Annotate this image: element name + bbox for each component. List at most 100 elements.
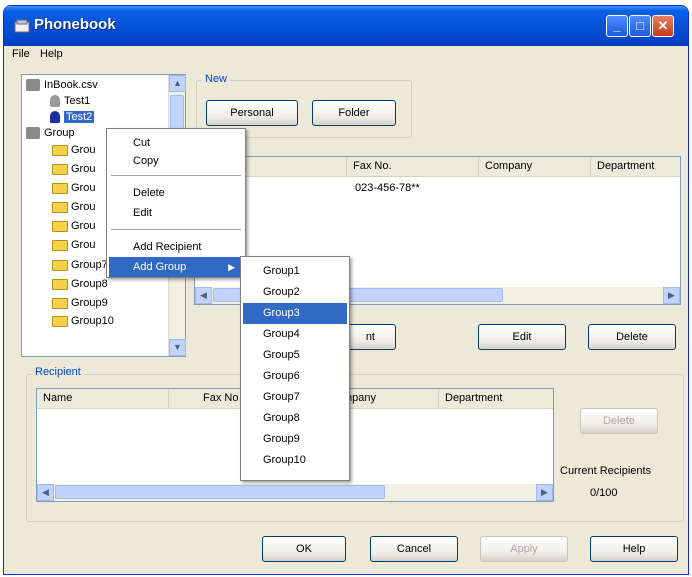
scroll-thumb[interactable]	[55, 485, 385, 499]
help-button[interactable]: Help	[590, 536, 678, 562]
add-group-submenu: Group1 Group2 Group3 Group4 Group5 Group…	[240, 256, 350, 481]
tree-group-label: Group9	[71, 297, 108, 309]
tree-item-group[interactable]: Grou	[52, 201, 95, 217]
recipient-hscrollbar[interactable]: ◀ ▶	[37, 484, 553, 501]
submenu-item-group[interactable]: Group5	[243, 345, 347, 366]
list-cell-fax[interactable]: 023-456-78**	[355, 182, 420, 194]
tree-group-label: Grou	[71, 182, 96, 194]
person-icon	[50, 95, 60, 108]
apply-button[interactable]: Apply	[480, 536, 568, 562]
tree-group-label: Group7	[71, 259, 108, 271]
folder-icon	[52, 297, 68, 309]
context-menu-delete[interactable]: Delete	[109, 183, 243, 203]
tree-item-group[interactable]: Group8	[52, 278, 108, 294]
scroll-left-icon[interactable]: ◀	[195, 287, 212, 304]
tree-item-group-root[interactable]: Group	[26, 127, 75, 143]
tree-group-label: Grou	[71, 163, 96, 175]
window-title: Phonebook	[34, 16, 116, 33]
menu-bar: File Help	[4, 46, 688, 64]
column-header-fax[interactable]: Fax No.	[347, 157, 479, 177]
tree-group-root-label: Group	[44, 127, 75, 139]
tree-root-label: InBook.csv	[44, 79, 98, 91]
tree-group-label: Grou	[71, 239, 96, 251]
scroll-left-icon[interactable]: ◀	[37, 484, 54, 501]
tree-item-group[interactable]: Group9	[52, 297, 108, 313]
folder-button[interactable]: Folder	[312, 100, 396, 126]
tree-group-label: Grou	[71, 201, 96, 213]
submenu-item-group[interactable]: Group7	[243, 387, 347, 408]
submenu-item-group[interactable]: Group6	[243, 366, 347, 387]
context-menu-copy[interactable]: Copy	[109, 151, 243, 171]
cancel-button[interactable]: Cancel	[370, 536, 458, 562]
column-header-company[interactable]: mpany	[337, 389, 439, 409]
menu-help[interactable]: Help	[40, 48, 63, 60]
ok-button[interactable]: OK	[262, 536, 346, 562]
tree-item-group[interactable]: Grou	[52, 239, 95, 255]
context-menu-cut[interactable]: Cut	[109, 133, 243, 153]
tree-item-group[interactable]: Group7	[52, 259, 108, 275]
tree-item-group[interactable]: Grou	[52, 163, 95, 179]
context-menu: Cut Copy Delete Edit Add Recipient Add G…	[106, 128, 246, 278]
phonebook-icon	[14, 19, 30, 33]
folder-icon	[52, 278, 68, 290]
tree-item-contact-selected[interactable]: Test2	[50, 111, 95, 127]
menu-separator	[111, 229, 241, 230]
scroll-down-icon[interactable]: ▼	[169, 339, 186, 356]
tree-contact-label: Test2	[64, 111, 95, 123]
menu-separator	[111, 175, 241, 176]
context-menu-add-recipient[interactable]: Add Recipient	[109, 237, 243, 257]
column-header-company[interactable]: Company	[479, 157, 591, 177]
folder-icon	[52, 315, 68, 327]
column-header-name[interactable]: Name	[37, 389, 169, 409]
context-menu-add-group-label: Add Group	[133, 261, 187, 273]
submenu-item-group-highlighted[interactable]: Group3	[243, 303, 347, 324]
current-recipients-value: 0/100	[590, 487, 618, 499]
tree-item-root[interactable]: InBook.csv	[26, 79, 98, 95]
submenu-item-group[interactable]: Group4	[243, 324, 347, 345]
folder-icon	[52, 163, 68, 175]
tree-item-group[interactable]: Grou	[52, 144, 95, 160]
tree-item-group[interactable]: Group10	[52, 315, 114, 331]
menu-file[interactable]: File	[12, 48, 30, 60]
folder-icon	[52, 201, 68, 213]
submenu-item-group[interactable]: Group8	[243, 408, 347, 429]
folder-icon	[52, 259, 68, 271]
edit-button[interactable]: Edit	[478, 324, 566, 350]
personal-button[interactable]: Personal	[206, 100, 298, 126]
submenu-arrow-icon: ▶	[228, 262, 235, 272]
tree-item-contact[interactable]: Test1	[50, 95, 90, 111]
minimize-button[interactable]: _	[606, 15, 628, 37]
context-menu-add-group[interactable]: Add Group ▶	[109, 257, 243, 277]
close-button[interactable]: ✕	[652, 15, 674, 37]
submenu-item-group[interactable]: Group10	[243, 450, 347, 471]
column-header-department[interactable]: Department	[439, 389, 553, 409]
submenu-item-group[interactable]: Group9	[243, 429, 347, 450]
folder-icon	[52, 182, 68, 194]
tree-contact-label: Test1	[64, 95, 91, 107]
scroll-right-icon[interactable]: ▶	[536, 484, 553, 501]
folder-icon	[52, 144, 68, 156]
book-icon	[26, 79, 40, 92]
submenu-item-group[interactable]: Group1	[243, 261, 347, 282]
tree-group-label: Group10	[71, 315, 114, 327]
recipient-group-label: Recipient	[32, 366, 84, 378]
person-icon	[50, 111, 60, 124]
tree-group-label: Grou	[71, 144, 96, 156]
tree-group-label: Group8	[71, 278, 108, 290]
submenu-item-group[interactable]: Group2	[243, 282, 347, 303]
folder-icon	[52, 220, 68, 232]
tree-group-label: Grou	[71, 220, 96, 232]
new-group-label: New	[202, 73, 231, 85]
recipient-delete-button[interactable]: Delete	[580, 408, 658, 434]
maximize-button[interactable]: □	[629, 15, 651, 37]
book-icon	[26, 127, 40, 140]
scroll-up-icon[interactable]: ▲	[169, 75, 186, 92]
list-header: Fax No. Company Department	[195, 157, 680, 177]
tree-item-group[interactable]: Grou	[52, 182, 95, 198]
tree-item-group[interactable]: Grou	[52, 220, 95, 236]
scroll-right-icon[interactable]: ▶	[663, 287, 680, 304]
context-menu-edit[interactable]: Edit	[109, 203, 243, 223]
title-bar[interactable]: Phonebook _ □ ✕	[4, 6, 688, 46]
delete-button[interactable]: Delete	[588, 324, 676, 350]
column-header-department[interactable]: Department	[591, 157, 680, 177]
